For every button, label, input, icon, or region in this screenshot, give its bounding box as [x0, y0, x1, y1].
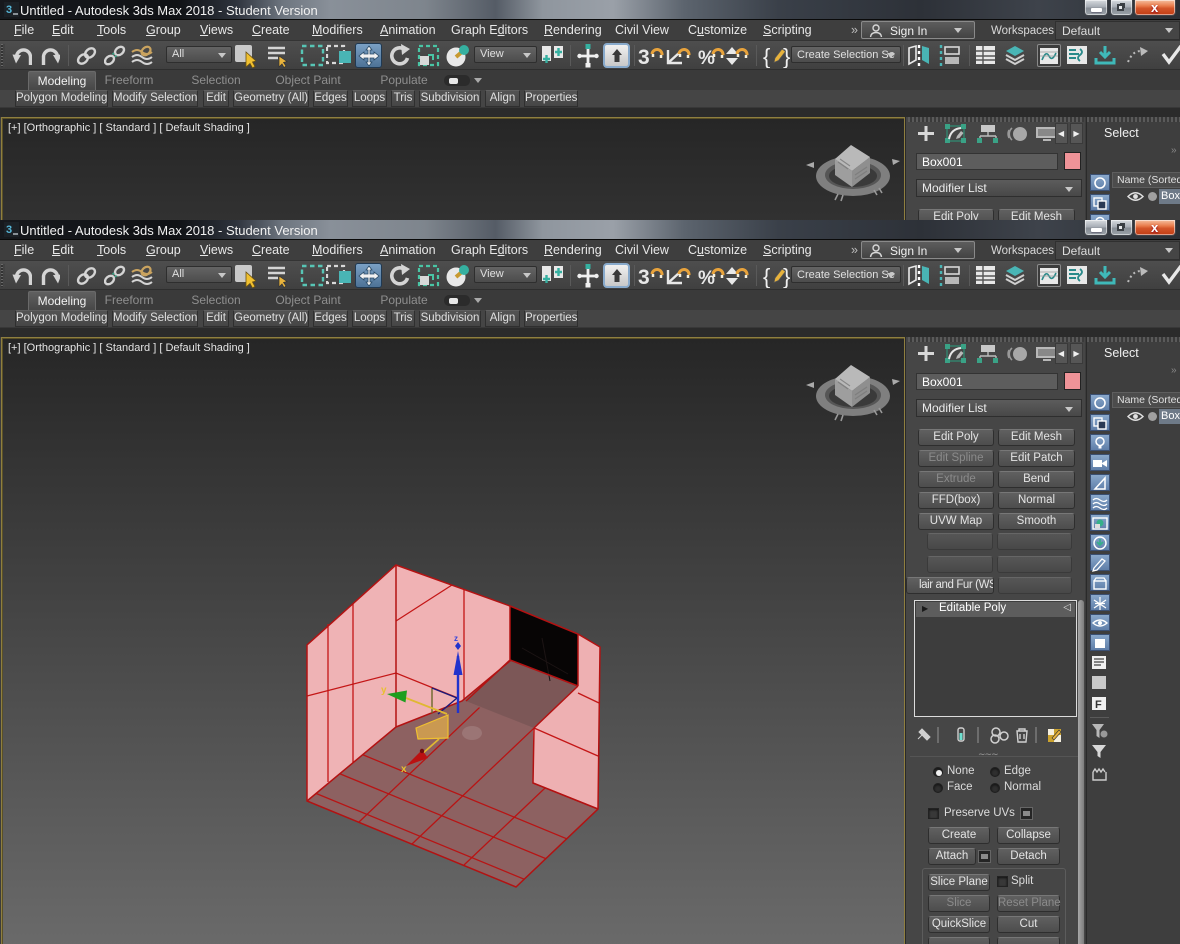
svg-text:3: 3	[638, 46, 650, 68]
svg-text:x: x	[401, 764, 407, 775]
svg-text:%: %	[698, 48, 715, 68]
svg-text:3: 3	[638, 266, 650, 288]
svg-text:3: 3	[6, 224, 12, 236]
svg-text:%: %	[698, 268, 715, 288]
svg-text:3: 3	[6, 4, 12, 16]
svg-text:F: F	[1095, 699, 1102, 711]
svg-text:}: }	[783, 264, 790, 288]
svg-text:{: {	[763, 44, 770, 68]
svg-text:y: y	[381, 685, 387, 696]
svg-text:{: {	[763, 264, 770, 288]
svg-text:}: }	[783, 44, 790, 68]
svg-text:z: z	[454, 634, 458, 643]
